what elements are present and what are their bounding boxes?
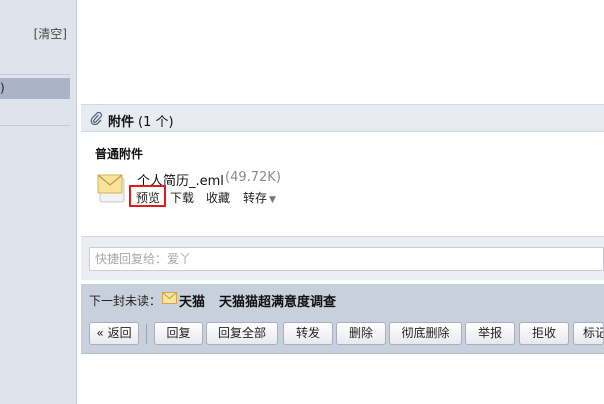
attachment-count: (1 个) — [138, 115, 174, 130]
left-sidebar: [清空] ) — [0, 0, 77, 404]
quick-reply-area: 快捷回复给：爱丫 — [81, 236, 604, 280]
report-button[interactable]: 举报 — [465, 322, 515, 345]
next-unread-subject[interactable]: 天猫猫超满意度调查 — [219, 291, 336, 310]
next-unread-label: 下一封未读： — [89, 294, 162, 308]
quick-reply-input[interactable]: 快捷回复给：爱丫 — [89, 247, 604, 271]
attachment-header: 附件 (1 个) — [81, 104, 604, 132]
attachment-title: 附件 — [108, 115, 135, 130]
sidebar-divider — [0, 125, 70, 126]
collect-link[interactable]: 收藏 — [206, 189, 230, 206]
reply-button[interactable]: 回复 — [154, 322, 203, 345]
envelope-icon — [162, 292, 177, 304]
save-to-label: 转存 — [243, 191, 268, 205]
clear-button[interactable]: [清空] — [34, 25, 67, 42]
envelope-icon — [97, 174, 125, 203]
next-unread-sender[interactable]: 天猫 — [179, 291, 205, 310]
download-link[interactable]: 下载 — [170, 189, 194, 206]
delete-permanently-button[interactable]: 彻底删除 — [389, 322, 462, 345]
mark-button[interactable]: 标记 — [573, 322, 604, 345]
delete-button[interactable]: 删除 — [336, 322, 386, 345]
paperclip-icon — [90, 111, 102, 125]
sidebar-divider — [0, 74, 70, 75]
toolbar-separator — [146, 324, 147, 344]
forward-button[interactable]: 转发 — [283, 322, 333, 345]
attachment-body: 普通附件 个人简历_.eml (49.72K) 预览 下载 收藏 转存 ▼ — [81, 132, 604, 222]
reject-button[interactable]: 拒收 — [519, 322, 569, 345]
normal-attachments-label: 普通附件 — [95, 147, 144, 161]
attachment-file-size: (49.72K) — [225, 170, 281, 185]
reply-all-button[interactable]: 回复全部 — [206, 322, 278, 345]
sidebar-item-selected[interactable]: ) — [0, 78, 70, 99]
back-button[interactable]: « 返回 — [89, 322, 139, 345]
save-to-link[interactable]: 转存 ▼ — [243, 189, 276, 206]
preview-link[interactable]: 预览 — [136, 189, 160, 206]
mail-toolbar: « 返回 回复 回复全部 转发 删除 彻底删除 举报 拒收 标记 — [81, 314, 604, 354]
chevron-down-icon: ▼ — [269, 195, 276, 205]
next-unread-bar: 下一封未读： 天猫 天猫猫超满意度调查 — [81, 284, 604, 314]
